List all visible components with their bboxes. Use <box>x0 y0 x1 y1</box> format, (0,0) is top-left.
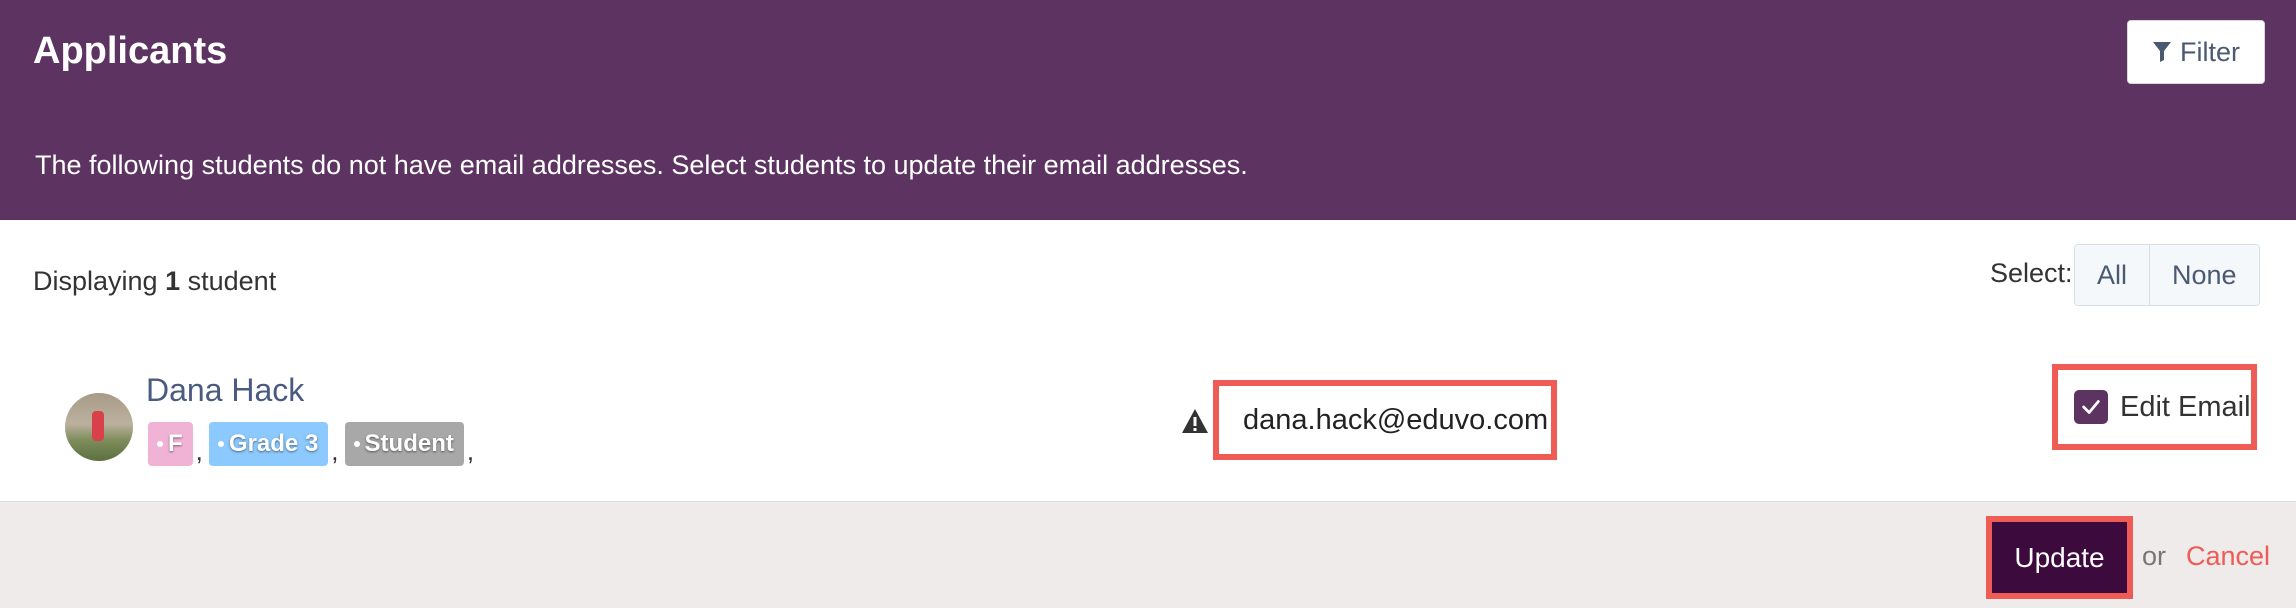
page-header: Applicants Filter The following students… <box>0 0 2296 220</box>
select-none-button[interactable]: None <box>2149 245 2259 305</box>
warning-icon <box>1182 409 1208 433</box>
display-count: Displaying 1 student <box>33 266 276 297</box>
student-name-link[interactable]: Dana Hack <box>146 372 304 409</box>
filter-button[interactable]: Filter <box>2127 20 2265 84</box>
tag-role: Student <box>344 422 464 466</box>
or-text: or <box>2142 541 2167 571</box>
email-input[interactable] <box>1213 380 1557 460</box>
update-button[interactable]: Update <box>1986 516 2133 599</box>
cancel-link[interactable]: Cancel <box>2186 541 2270 572</box>
footer-bar <box>0 501 2296 608</box>
filter-icon <box>2153 42 2171 62</box>
display-prefix: Displaying <box>33 266 158 296</box>
select-button-group: All None <box>2074 244 2260 306</box>
tag-grade: Grade 3 <box>208 422 329 466</box>
display-count-number: 1 <box>165 266 181 296</box>
student-tags: F , Grade 3 , Student , <box>148 422 480 466</box>
edit-email-label: Edit Email <box>2120 390 2251 423</box>
page-title: Applicants <box>33 30 228 72</box>
instructions-text: The following students do not have email… <box>35 150 1248 180</box>
edit-email-checkbox[interactable]: Edit Email <box>2052 364 2257 450</box>
select-all-button[interactable]: All <box>2075 245 2150 305</box>
display-suffix: student <box>187 266 277 296</box>
select-label: Select: <box>1990 258 2073 288</box>
filter-button-label: Filter <box>2180 36 2240 67</box>
avatar <box>65 393 133 461</box>
checkbox-checked-icon[interactable] <box>2074 390 2108 424</box>
tag-gender: F <box>148 422 193 466</box>
